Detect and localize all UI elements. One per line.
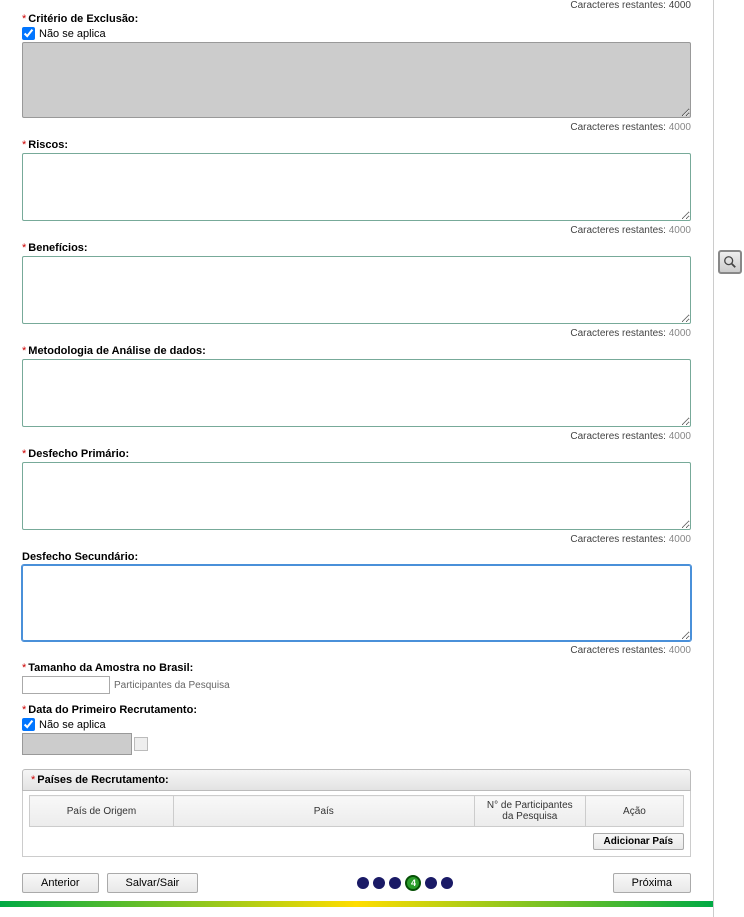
checkbox-nao-aplica-data-label: Não se aplica	[39, 719, 106, 731]
char-remaining-top: Caracteres restantes: 4000	[22, 0, 691, 11]
textarea-desfecho-secundario[interactable]	[22, 565, 691, 641]
label-metodologia: *Metodologia de Análise de dados:	[22, 345, 691, 357]
step-dot-6[interactable]	[441, 877, 453, 889]
col-participantes: N° de Participantes da Pesquisa	[474, 796, 585, 827]
hint-participantes: Participantes da Pesquisa	[114, 680, 230, 691]
step-dot-4-active[interactable]: 4	[405, 875, 421, 891]
add-pais-button[interactable]: Adicionar País	[593, 833, 684, 850]
field-desfecho-secundario: Desfecho Secundário: Caracteres restante…	[22, 551, 691, 656]
proxima-button[interactable]: Próxima	[613, 873, 691, 893]
checkbox-nao-aplica-exclusao-label: Não se aplica	[39, 28, 106, 40]
label-data-primeiro: *Data do Primeiro Recrutamento:	[22, 704, 691, 716]
section-paises-recrutamento: *Países de Recrutamento: País de Origem …	[22, 769, 691, 857]
header-paises-recrutamento: *Países de Recrutamento:	[22, 769, 691, 791]
checkbox-nao-aplica-exclusao[interactable]: Não se aplica	[22, 27, 691, 40]
char-remaining-metodologia: Caracteres restantes: 4000	[22, 431, 691, 442]
step-indicator: 4	[357, 875, 453, 891]
input-data-primeiro	[22, 733, 132, 755]
zoom-icon[interactable]	[718, 250, 742, 274]
field-criterio-exclusao: *Critério de Exclusão: Não se aplica Car…	[22, 13, 691, 133]
char-remaining-riscos: Caracteres restantes: 4000	[22, 225, 691, 236]
footer-stripe	[0, 901, 713, 907]
col-acao: Ação	[585, 796, 683, 827]
table-paises: País de Origem País N° de Participantes …	[29, 795, 684, 827]
field-desfecho-primario: *Desfecho Primário: Caracteres restantes…	[22, 448, 691, 545]
textarea-desfecho-primario[interactable]	[22, 462, 691, 530]
step-dot-2[interactable]	[373, 877, 385, 889]
salvar-sair-button[interactable]: Salvar/Sair	[107, 873, 199, 893]
label-tamanho-amostra: *Tamanho da Amostra no Brasil:	[22, 662, 691, 674]
footer-nav: Anterior Salvar/Sair 4 Próxima	[22, 873, 691, 893]
checkbox-nao-aplica-data[interactable]: Não se aplica	[22, 718, 691, 731]
checkbox-nao-aplica-exclusao-input[interactable]	[22, 27, 35, 40]
field-beneficios: *Benefícios: Caracteres restantes: 4000	[22, 242, 691, 339]
field-riscos: *Riscos: Caracteres restantes: 4000	[22, 139, 691, 236]
char-remaining-desfecho-secundario: Caracteres restantes: 4000	[22, 645, 691, 656]
textarea-metodologia[interactable]	[22, 359, 691, 427]
textarea-criterio-exclusao	[22, 42, 691, 118]
label-riscos: *Riscos:	[22, 139, 691, 151]
textarea-beneficios[interactable]	[22, 256, 691, 324]
anterior-button[interactable]: Anterior	[22, 873, 99, 893]
step-dot-3[interactable]	[389, 877, 401, 889]
label-criterio-exclusao: *Critério de Exclusão:	[22, 13, 691, 25]
char-remaining-desfecho-primario: Caracteres restantes: 4000	[22, 534, 691, 545]
field-tamanho-amostra: *Tamanho da Amostra no Brasil: Participa…	[22, 662, 691, 694]
char-remaining-beneficios: Caracteres restantes: 4000	[22, 328, 691, 339]
label-desfecho-secundario: Desfecho Secundário:	[22, 551, 691, 563]
field-data-primeiro: *Data do Primeiro Recrutamento: Não se a…	[22, 704, 691, 755]
step-dot-5[interactable]	[425, 877, 437, 889]
textarea-riscos[interactable]	[22, 153, 691, 221]
checkbox-nao-aplica-data-input[interactable]	[22, 718, 35, 731]
input-tamanho-amostra[interactable]	[22, 676, 110, 694]
col-pais: País	[173, 796, 474, 827]
char-remaining-exclusao: Caracteres restantes: 4000	[22, 122, 691, 133]
calendar-icon[interactable]	[134, 737, 148, 751]
table-row: País de Origem País N° de Participantes …	[30, 796, 684, 827]
col-pais-origem: País de Origem	[30, 796, 174, 827]
label-desfecho-primario: *Desfecho Primário:	[22, 448, 691, 460]
label-beneficios: *Benefícios:	[22, 242, 691, 254]
step-dot-1[interactable]	[357, 877, 369, 889]
field-metodologia: *Metodologia de Análise de dados: Caract…	[22, 345, 691, 442]
